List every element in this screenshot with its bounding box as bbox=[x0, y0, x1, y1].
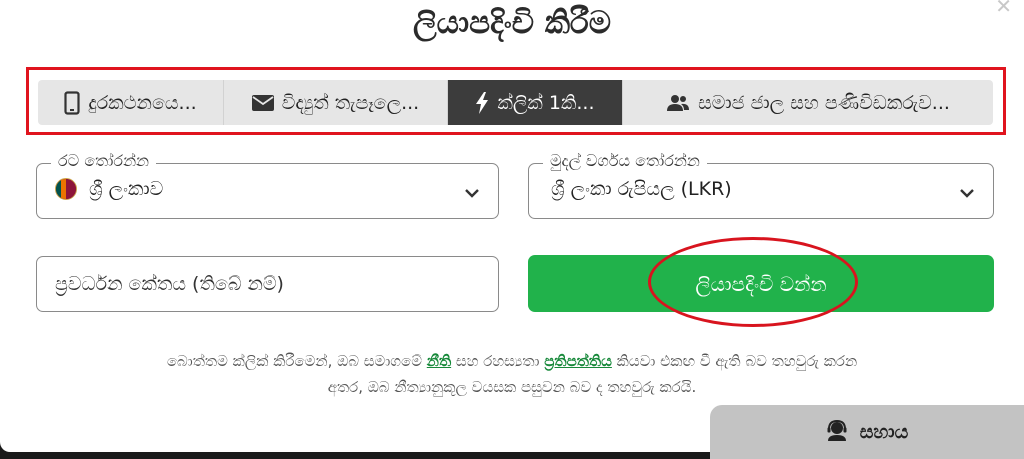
promo-code-placeholder: ප්‍රවර්ධන කේතය (තිබේ නම්) bbox=[55, 273, 284, 295]
rules-link[interactable]: නීති bbox=[427, 352, 451, 370]
tab-phone[interactable]: දුරකථනයෙ... bbox=[38, 80, 224, 125]
terms-text-part: කියවා එකඟ වී ඇති බව තහවුරු කරන bbox=[611, 352, 858, 370]
currency-select-label: මුදල් වර්ගය තෝරන්න bbox=[543, 151, 707, 171]
country-value: ශ්‍රී ලංකාව bbox=[89, 178, 164, 200]
sri-lanka-flag-icon bbox=[55, 178, 77, 200]
help-button[interactable]: සහාය bbox=[710, 405, 1024, 459]
tab-one-click-label: ක්ලික් 1කි... bbox=[497, 91, 595, 114]
tab-phone-label: දුරකථනයෙ... bbox=[88, 91, 197, 114]
privacy-policy-link[interactable]: ප්‍රතිපත්තිය bbox=[544, 352, 612, 370]
page-title: ලියාපදිංචි කිරීම bbox=[412, 5, 612, 41]
registration-method-tabs: දුරකථනයෙ... විද්‍යුත් තැපෑලෙ... ක්ලික් 1… bbox=[38, 80, 993, 125]
tab-social-label: සමාජ ජාල සහ පණිවිඩකරුව... bbox=[698, 91, 950, 114]
tab-one-click[interactable]: ක්ලික් 1කි... bbox=[448, 80, 623, 125]
terms-text-part: සහ රහස්‍යතා bbox=[451, 352, 545, 370]
chevron-down-icon bbox=[959, 184, 975, 203]
lightning-icon bbox=[475, 91, 489, 114]
help-button-label: සහාය bbox=[859, 421, 909, 443]
tab-email[interactable]: විද්‍යුත් තැපෑලෙ... bbox=[224, 80, 448, 125]
tab-email-label: විද්‍යුත් තැපෑලෙ... bbox=[281, 91, 420, 114]
country-select[interactable]: රට තෝරන්න ශ්‍රී ලංකාව bbox=[36, 151, 499, 219]
promo-code-input[interactable]: ප්‍රවර්ධන කේතය (තිබේ නම්) bbox=[36, 256, 499, 312]
support-agent-icon bbox=[826, 419, 848, 446]
chevron-down-icon bbox=[464, 184, 480, 203]
phone-icon bbox=[64, 90, 80, 115]
country-select-label: රට තෝරන්න bbox=[51, 151, 157, 171]
terms-text-part: බොත්තම ක්ලික් කිරීමෙන්, ඔබ සමාගමේ bbox=[166, 352, 427, 370]
terms-text-line2: අතර, ඔබ නීත්‍යානුකූල වයසක පසුවන බව ද තහව… bbox=[327, 378, 697, 396]
currency-select[interactable]: මුදල් වර්ගය තෝරන්න ශ්‍රී ලංකා රුපියල (LK… bbox=[528, 151, 994, 219]
register-button-label: ලියාපදිංචි වන්න bbox=[695, 271, 827, 296]
registration-modal: ✕ ලියාපදිංචි කිරීම දුරකථනයෙ... විද්‍යුත්… bbox=[0, 0, 1024, 452]
tab-social[interactable]: සමාජ ජාල සහ පණිවිඩකරුව... bbox=[623, 80, 993, 125]
terms-text: බොත්තම ක්ලික් කිරීමෙන්, ඔබ සමාගමේ නීති ස… bbox=[20, 348, 1004, 400]
envelope-icon bbox=[251, 94, 274, 111]
currency-value: ශ්‍රී ලංකා රුපියල (LKR) bbox=[551, 178, 732, 200]
register-button[interactable]: ලියාපදිංචි වන්න bbox=[528, 255, 994, 312]
users-icon bbox=[666, 94, 690, 112]
